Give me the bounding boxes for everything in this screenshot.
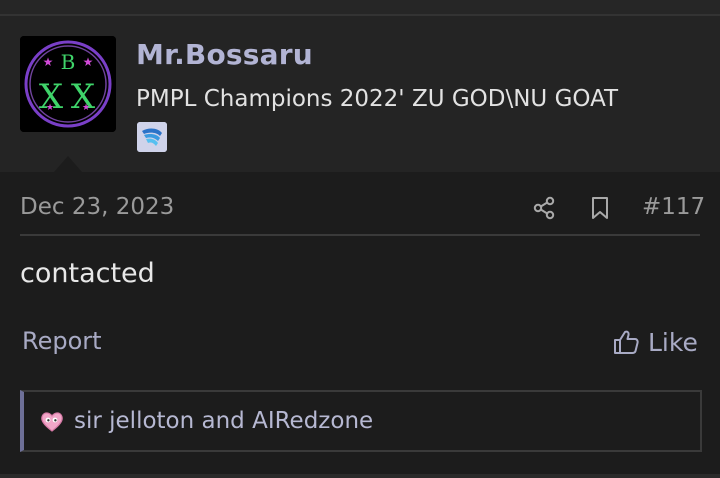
svg-text:★: ★ (82, 103, 90, 113)
reaction-users[interactable]: sir jelloton and AIRedzone (74, 408, 373, 434)
svg-text:★: ★ (46, 103, 54, 113)
post-page: B X X ★ ★ ★ ★ Mr.Bossaru PMPL Champions … (0, 0, 720, 478)
svg-text:★: ★ (83, 55, 94, 69)
svg-text:B: B (61, 50, 76, 74)
post-number-link[interactable]: #117 (642, 194, 705, 220)
like-label: Like (648, 327, 698, 357)
svg-text:★: ★ (43, 55, 54, 69)
user-panel: B X X ★ ★ ★ ★ Mr.Bossaru PMPL Champions … (0, 16, 720, 172)
xbx-logo-avatar-icon: B X X ★ ★ ★ ★ (20, 36, 116, 132)
thumbs-up-icon (614, 330, 639, 354)
report-link[interactable]: Report (22, 327, 102, 355)
previous-post-edge (0, 0, 720, 16)
like-button[interactable]: Like (612, 326, 698, 358)
heart-reaction-icon (41, 412, 63, 432)
username[interactable]: Mr.Bossaru (136, 38, 313, 71)
panel-pointer (54, 156, 82, 172)
bookmark-icon[interactable] (586, 194, 614, 222)
wing-badge-icon (137, 122, 167, 152)
share-icon[interactable] (530, 194, 558, 222)
header-divider (20, 234, 700, 236)
post-body: Dec 23, 2023 #117 contacted Report Like … (0, 172, 720, 474)
post-message: contacted (20, 258, 155, 289)
reactions-bar[interactable]: sir jelloton and AIRedzone (20, 390, 702, 452)
avatar[interactable]: B X X ★ ★ ★ ★ (20, 36, 116, 132)
post-date[interactable]: Dec 23, 2023 (20, 194, 174, 220)
next-post-edge (0, 474, 720, 478)
user-title: PMPL Champions 2022' ZU GOD\NU GOAT (136, 86, 619, 112)
